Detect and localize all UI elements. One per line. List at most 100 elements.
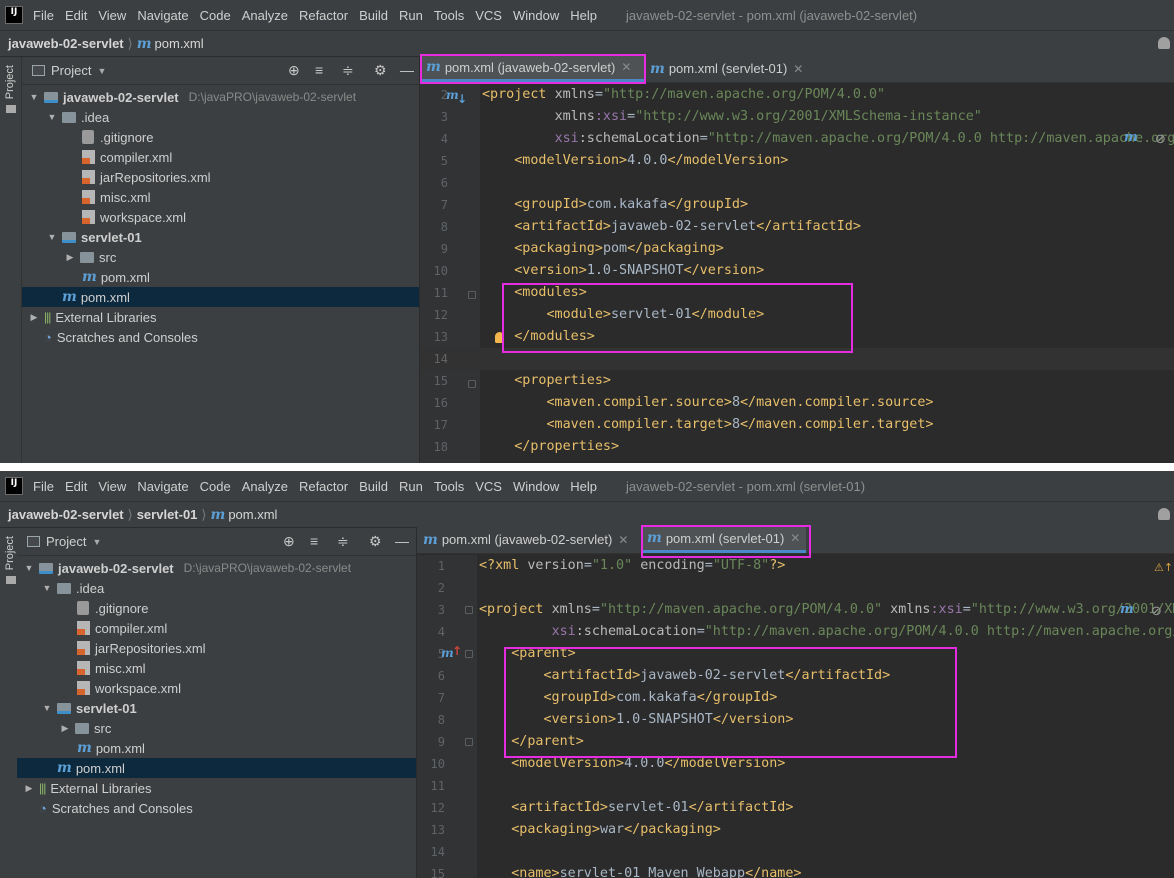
menu-item-help[interactable]: Help xyxy=(570,479,597,494)
code-line[interactable]: 14 xyxy=(417,841,1174,863)
code-line[interactable]: 2 <project xmlns="http://maven.apache.org… xyxy=(420,84,1174,106)
code-line[interactable]: 7 <groupId>com.kakafa</groupId> xyxy=(417,687,1174,709)
chevron-down-icon[interactable]: ▼ xyxy=(46,112,58,122)
lightbulb-icon[interactable] xyxy=(495,332,504,343)
code-line[interactable]: 4 xsi:schemaLocation="http://maven.apach… xyxy=(417,621,1174,643)
gear-icon[interactable]: ⚙ xyxy=(369,534,382,548)
code-line[interactable]: 15 <name>servlet-01 Maven Webapp</name> xyxy=(417,863,1174,878)
minimize-icon[interactable]: — xyxy=(395,534,409,548)
menu-item-run[interactable]: Run xyxy=(399,479,423,494)
tree-item-module-pom[interactable]: m pom.xml xyxy=(17,738,416,758)
fold-icon[interactable] xyxy=(465,606,473,614)
menu-item-build[interactable]: Build xyxy=(359,8,388,23)
tree-item-scratches[interactable]: ◔ Scratches and Consoles xyxy=(17,798,416,818)
code-line[interactable]: 5 <parent> xyxy=(417,643,1174,665)
tree-item-src[interactable]: ▶ src xyxy=(22,247,419,267)
menu-item-analyze[interactable]: Analyze xyxy=(242,479,288,494)
menu-item-tools[interactable]: Tools xyxy=(434,8,464,23)
menu-item-edit[interactable]: Edit xyxy=(65,479,87,494)
intellij-logo-icon[interactable]: IJ xyxy=(5,477,23,495)
code-line[interactable]: 3 <project xmlns="http://maven.apache.org… xyxy=(417,599,1174,621)
code-line[interactable]: 2 xyxy=(417,577,1174,599)
code-line[interactable]: 16 <maven.compiler.source>8</maven.compi… xyxy=(420,392,1174,414)
menu-item-window[interactable]: Window xyxy=(513,8,559,23)
chevron-down-icon[interactable]: ▼ xyxy=(23,563,35,573)
close-icon[interactable]: ✕ xyxy=(618,533,628,547)
code-line[interactable]: 1 <?xml version="1.0" encoding="UTF-8"?> xyxy=(417,555,1174,577)
menu-item-window[interactable]: Window xyxy=(513,479,559,494)
code-line[interactable]: 6 <artifactId>javaweb-02-servlet</artifa… xyxy=(417,665,1174,687)
chevron-right-icon[interactable]: ▶ xyxy=(23,783,35,794)
menu-item-refactor[interactable]: Refactor xyxy=(299,8,348,23)
gear-icon[interactable]: ⚙ xyxy=(374,63,387,77)
code-line[interactable]: 7 <groupId>com.kakafa</groupId> xyxy=(420,194,1174,216)
code-line[interactable]: 5 <modelVersion>4.0.0</modelVersion> xyxy=(420,150,1174,172)
locate-icon[interactable]: ⊕ xyxy=(283,534,295,548)
menu-item-help[interactable]: Help xyxy=(570,8,597,23)
chevron-down-icon[interactable]: ▼ xyxy=(41,703,53,713)
tree-item-jarrepositories[interactable]: jarRepositories.xml xyxy=(22,167,419,187)
menu-item-navigate[interactable]: Navigate xyxy=(137,8,188,23)
tree-item-misc[interactable]: misc.xml xyxy=(17,658,416,678)
project-tool-window-button[interactable]: Project xyxy=(4,536,16,570)
menu-item-tools[interactable]: Tools xyxy=(434,479,464,494)
close-icon[interactable]: ⊘ xyxy=(1151,604,1162,619)
code-line[interactable]: 9 <packaging>pom</packaging> xyxy=(420,238,1174,260)
code-line[interactable]: 13 </modules> xyxy=(420,326,1174,348)
close-icon[interactable]: ✕ xyxy=(793,62,803,76)
tree-item-servlet-01[interactable]: ▼ servlet-01 xyxy=(17,698,416,718)
tree-item-scratches[interactable]: ◔ Scratches and Consoles xyxy=(22,327,419,347)
fold-icon[interactable] xyxy=(468,380,476,388)
menu-item-navigate[interactable]: Navigate xyxy=(137,479,188,494)
tree-item-external-libraries[interactable]: ▶ ||| External Libraries xyxy=(17,778,416,798)
tab-pom-root[interactable]: m pom.xml (javaweb-02-servlet) ✕ xyxy=(417,526,641,553)
minimize-icon[interactable]: — xyxy=(400,63,414,77)
tree-item-external-libraries[interactable]: ▶ ||| External Libraries xyxy=(22,307,419,327)
code-line[interactable]: 11 xyxy=(417,775,1174,797)
chevron-right-icon[interactable]: ▶ xyxy=(28,312,40,323)
code-line[interactable]: 18 </properties> xyxy=(420,436,1174,458)
tree-item-gitignore[interactable]: .gitignore xyxy=(17,598,416,618)
chevron-down-icon[interactable]: ▼ xyxy=(41,583,53,593)
tree-item-workspace[interactable]: workspace.xml xyxy=(17,678,416,698)
menu-item-code[interactable]: Code xyxy=(200,479,231,494)
breadcrumb-module[interactable]: servlet-01 xyxy=(137,507,198,522)
code-area[interactable]: 1 <?xml version="1.0" encoding="UTF-8"?> 2… xyxy=(417,555,1174,878)
fold-icon[interactable] xyxy=(465,738,473,746)
code-line[interactable]: 17 <maven.compiler.target>8</maven.compi… xyxy=(420,414,1174,436)
maven-reload-icon[interactable]: m xyxy=(1124,130,1138,145)
code-area[interactable]: 2 <project xmlns="http://maven.apache.org… xyxy=(420,84,1174,463)
tree-item-misc[interactable]: misc.xml xyxy=(22,187,419,207)
menu-item-build[interactable]: Build xyxy=(359,479,388,494)
tree-item-compiler[interactable]: compiler.xml xyxy=(22,147,419,167)
project-view-selector[interactable]: Project xyxy=(51,63,91,78)
tree-item-workspace[interactable]: workspace.xml xyxy=(22,207,419,227)
breadcrumb-project[interactable]: javaweb-02-servlet xyxy=(8,36,124,51)
collapse-all-icon[interactable]: ≑ xyxy=(337,534,349,548)
code-line[interactable]: 10 <modelVersion>4.0.0</modelVersion> xyxy=(417,753,1174,775)
menu-item-file[interactable]: File xyxy=(33,479,54,494)
menu-item-refactor[interactable]: Refactor xyxy=(299,479,348,494)
menu-item-analyze[interactable]: Analyze xyxy=(242,8,288,23)
breadcrumb-file[interactable]: pom.xml xyxy=(228,507,277,522)
warning-icon[interactable]: ⚠↑ xyxy=(1154,561,1173,574)
tree-item-idea[interactable]: ▼ .idea xyxy=(22,107,419,127)
intellij-logo-icon[interactable]: IJ xyxy=(5,6,23,24)
breadcrumb-file[interactable]: pom.xml xyxy=(155,36,204,51)
tab-pom-root[interactable]: m pom.xml (javaweb-02-servlet) ✕ xyxy=(420,55,644,82)
code-line[interactable]: 8 <artifactId>javaweb-02-servlet</artifa… xyxy=(420,216,1174,238)
menu-item-edit[interactable]: Edit xyxy=(65,8,87,23)
code-line[interactable]: 13 <packaging>war</packaging> xyxy=(417,819,1174,841)
code-line[interactable]: 10 <version>1.0-SNAPSHOT</version> xyxy=(420,260,1174,282)
locate-icon[interactable]: ⊕ xyxy=(288,63,300,77)
tree-item-src[interactable]: ▶ src xyxy=(17,718,416,738)
menu-item-view[interactable]: View xyxy=(98,479,126,494)
tab-pom-module[interactable]: m pom.xml (servlet-01) ✕ xyxy=(644,55,809,82)
chevron-right-icon[interactable]: ▶ xyxy=(59,723,71,734)
menu-item-run[interactable]: Run xyxy=(399,8,423,23)
code-line[interactable]: 12 <artifactId>servlet-01</artifactId> xyxy=(417,797,1174,819)
code-line[interactable]: 3 xmlns:xsi="http://www.w3.org/2001/XMLS… xyxy=(420,106,1174,128)
code-line[interactable]: 6 xyxy=(420,172,1174,194)
project-tool-window-button[interactable]: Project xyxy=(4,65,16,99)
tab-pom-module[interactable]: m pom.xml (servlet-01) ✕ xyxy=(641,526,807,553)
